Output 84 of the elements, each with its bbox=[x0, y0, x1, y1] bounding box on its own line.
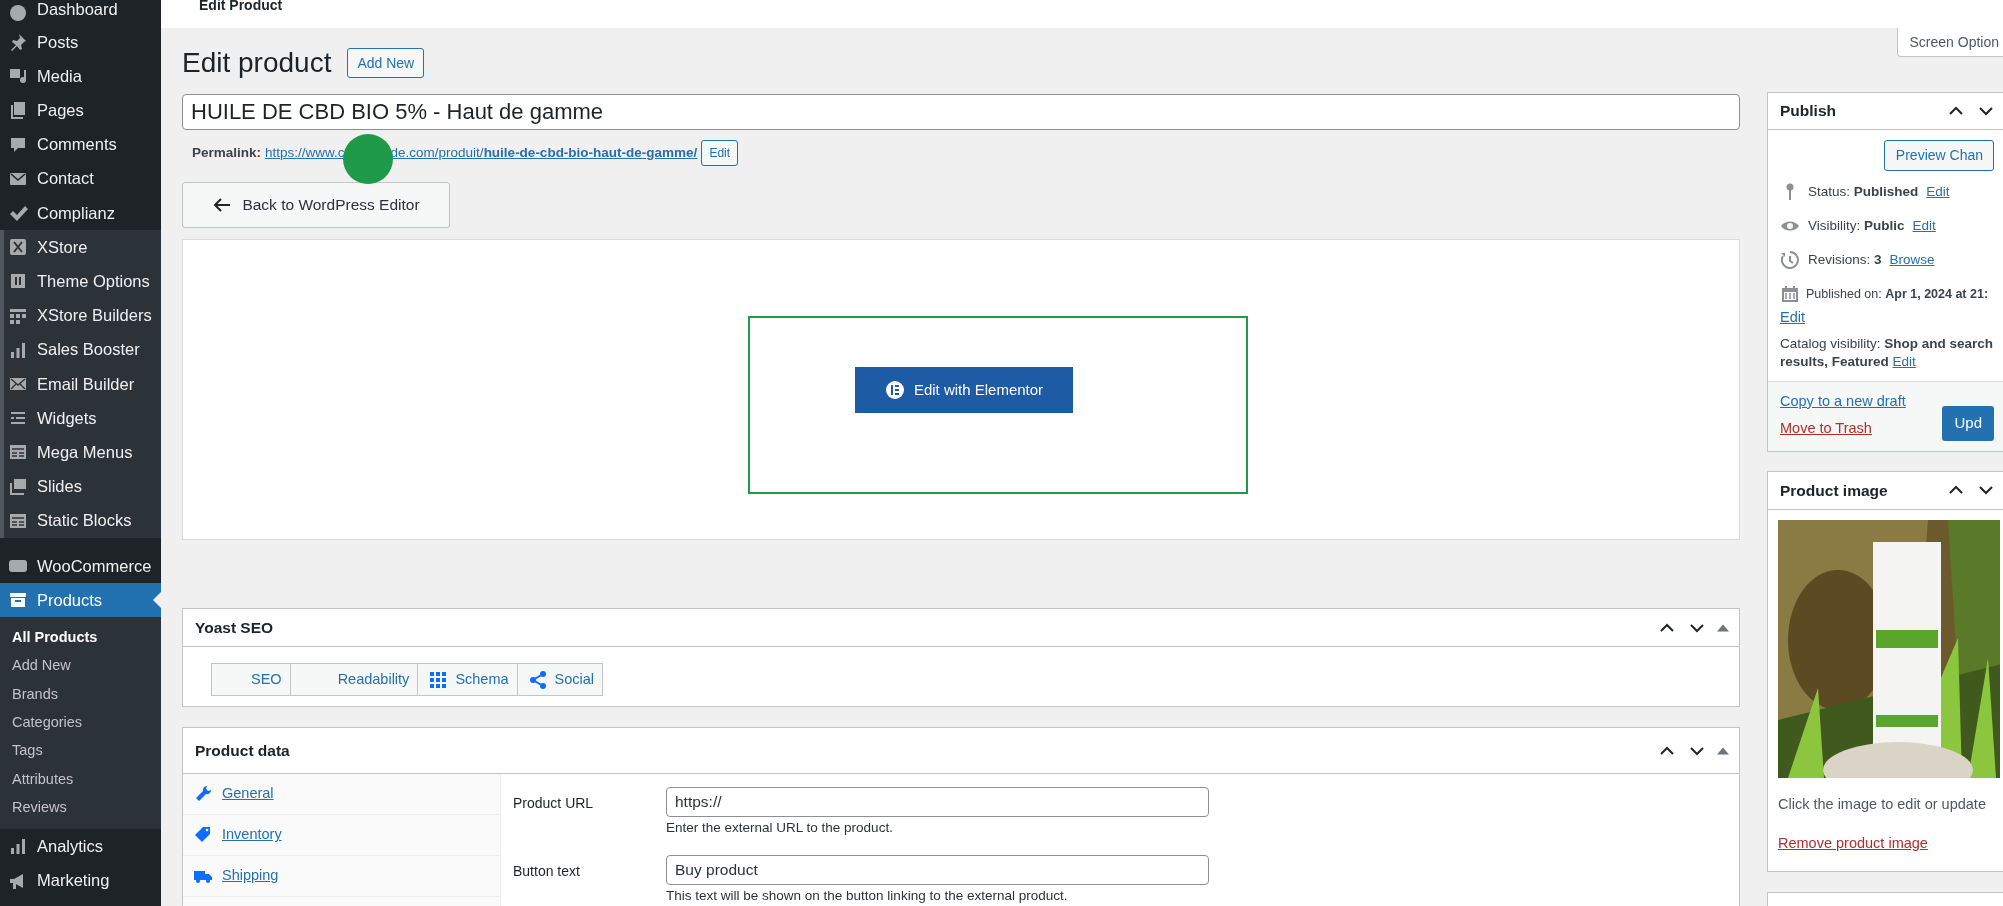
update-button[interactable]: Upd bbox=[1942, 406, 1994, 441]
tag-icon bbox=[193, 825, 213, 845]
page-heading: Edit product bbox=[182, 46, 332, 80]
back-to-editor-button[interactable]: Back to WordPress Editor bbox=[182, 182, 450, 228]
yoast-tab[interactable]: Readability bbox=[289, 663, 418, 696]
pages-icon bbox=[8, 100, 28, 121]
edit-link[interactable]: Edit bbox=[1912, 215, 1936, 237]
product-data-tab[interactable]: Shipping bbox=[183, 856, 500, 897]
images-icon bbox=[8, 476, 28, 497]
sidebar-item[interactable]: Comments bbox=[0, 127, 161, 162]
sidebar-item[interactable]: Sales Booster bbox=[4, 332, 161, 367]
submenu-item[interactable]: Reviews bbox=[0, 792, 161, 822]
copy-draft-link[interactable]: Copy to a new draft bbox=[1780, 392, 1906, 409]
help-text: Enter the external URL to the product. bbox=[666, 820, 894, 836]
sidebar-item[interactable]: Email Builder bbox=[4, 366, 161, 402]
grid-icon bbox=[428, 669, 449, 690]
publish-info-text: Visibility: Public bbox=[1808, 216, 1905, 235]
toggle-panel-icon bbox=[1717, 623, 1729, 632]
history-icon bbox=[1780, 250, 1800, 270]
sidebar-item[interactable]: XStore Builders bbox=[4, 298, 161, 333]
sidebar-item[interactable]: Theme Options bbox=[4, 264, 161, 299]
submenu-item[interactable]: Add New bbox=[0, 651, 161, 680]
panel-title: Product image bbox=[1780, 480, 1888, 501]
sidebar-item[interactable]: Products bbox=[0, 583, 161, 618]
catalog-visibility-text: Catalog visibility: Shop and search results, Featured Edit bbox=[1780, 334, 1995, 371]
share-icon bbox=[527, 669, 548, 690]
x-logo-icon bbox=[8, 237, 28, 258]
sidebar-item[interactable]: Media bbox=[0, 59, 161, 94]
publish-info-text: Status: Published bbox=[1808, 182, 1919, 201]
sidebar-item[interactable]: Static Blocks bbox=[4, 503, 161, 538]
permalink-label: Permalink: bbox=[192, 143, 262, 162]
text-field[interactable]: Buy product bbox=[666, 854, 1209, 885]
screen-options-tab[interactable]: Screen Option bbox=[1896, 28, 2003, 57]
toggle-panel-icon bbox=[1717, 746, 1729, 755]
sidebar-item[interactable]: Posts bbox=[0, 25, 161, 60]
sidebar-item[interactable]: Pages bbox=[0, 93, 161, 128]
sidebar-item[interactable]: Analytics bbox=[0, 829, 161, 864]
field-label: Product URL bbox=[513, 794, 595, 813]
calendar-icon bbox=[1780, 284, 1800, 304]
publish-info-text: Revisions: 3 bbox=[1808, 250, 1882, 269]
permalink-link[interactable]: https://www.c bbox=[265, 142, 345, 164]
image-hint-text: Click the image to edit or update bbox=[1778, 794, 1987, 814]
yoast-tab[interactable]: Social bbox=[516, 663, 604, 696]
sidebar-item[interactable]: Complianz bbox=[0, 195, 161, 231]
yoast-tab[interactable]: Schema bbox=[417, 663, 517, 696]
panel-title: Yoast SEO bbox=[195, 617, 274, 638]
sidebar-item[interactable]: Slides bbox=[4, 469, 161, 504]
text-field[interactable]: https:// bbox=[666, 787, 1209, 817]
publish-date-text: Published on: Apr 1, 2024 at 21: bbox=[1806, 285, 1989, 303]
submenu-item[interactable]: Categories bbox=[0, 708, 161, 737]
sidebar-item[interactable]: Dashboard bbox=[0, 0, 161, 25]
product-data-tab[interactable]: Inventory bbox=[183, 815, 500, 856]
annotation-dot bbox=[342, 134, 393, 184]
edit-permalink-button[interactable]: Edit bbox=[701, 140, 739, 166]
submenu-item[interactable]: Brands bbox=[0, 679, 161, 709]
sidebar-item[interactable]: Widgets bbox=[4, 401, 161, 436]
sidebar-item[interactable]: WooCommerce bbox=[0, 548, 161, 583]
preview-changes-button[interactable]: Preview Chan bbox=[1883, 140, 1994, 171]
sidebar-item[interactable]: Mega Menus bbox=[4, 435, 161, 470]
sidebar-item[interactable]: Contact bbox=[0, 161, 161, 196]
edit-link[interactable]: Edit bbox=[1926, 181, 1950, 203]
product-title-field[interactable]: HUILE DE CBD BIO 5% - Haut de gamme bbox=[182, 94, 1740, 130]
edit-link[interactable]: Edit bbox=[1780, 309, 1805, 325]
field-label: Button text bbox=[513, 861, 581, 881]
yoast-tab[interactable]: SEO bbox=[211, 663, 290, 696]
add-new-button[interactable]: Add New bbox=[347, 47, 425, 79]
sidebar-item[interactable]: Marketing bbox=[0, 863, 161, 898]
panel-title: Product data bbox=[195, 740, 290, 761]
move-to-trash-link[interactable]: Move to Trash bbox=[1780, 420, 1872, 437]
submenu-item[interactable]: Attributes bbox=[0, 764, 161, 793]
bar-chart-icon bbox=[8, 836, 28, 857]
edit-link[interactable]: Edit bbox=[1892, 353, 1916, 369]
remove-image-link[interactable]: Remove product image bbox=[1778, 835, 1928, 852]
submenu-item[interactable]: All Products bbox=[0, 623, 161, 652]
page-header-title: Edit Product bbox=[199, 0, 283, 12]
edit-with-elementor-button[interactable]: Edit with Elementor bbox=[855, 367, 1073, 413]
submenu-item[interactable]: Tags bbox=[0, 736, 161, 765]
sidebar-item[interactable]: XStore bbox=[4, 230, 161, 265]
help-text: This text will be shown on the button linking to the external product. bbox=[666, 887, 1069, 904]
browse-link[interactable]: Browse bbox=[1889, 249, 1935, 271]
product-data-tab[interactable]: General bbox=[183, 774, 500, 815]
permalink-link[interactable]: de.com/produit/huile-de-cbd-bio-haut-de-gamme/ bbox=[390, 142, 698, 164]
panel-title: Publish bbox=[1780, 101, 1836, 122]
elementor-logo-icon bbox=[884, 380, 905, 400]
